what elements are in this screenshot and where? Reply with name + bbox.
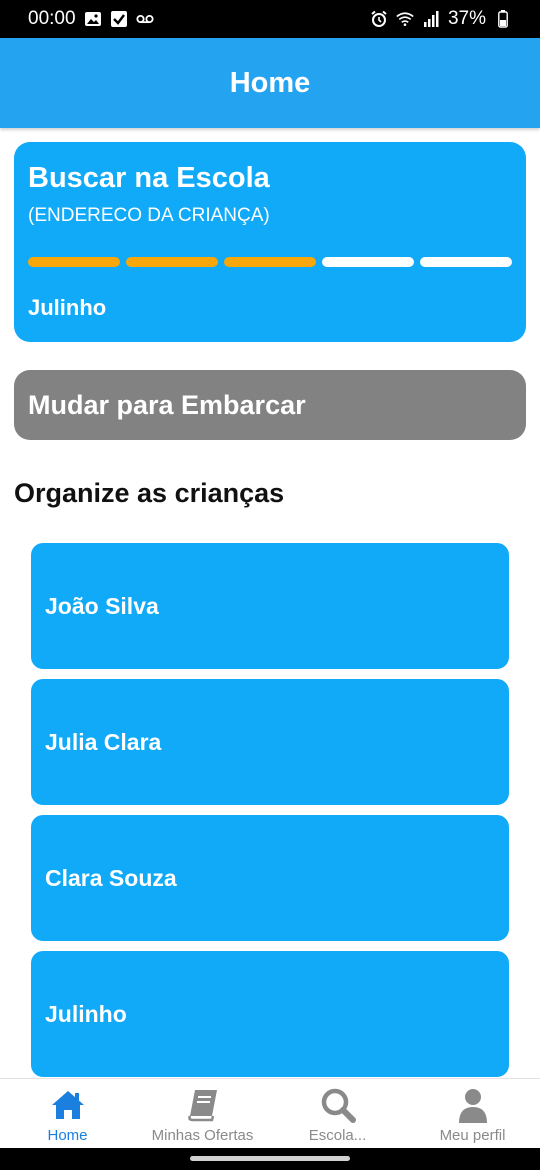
tab-label: Home bbox=[47, 1127, 88, 1144]
voicemail-icon bbox=[135, 10, 154, 28]
tab-label: Meu perfil bbox=[439, 1127, 506, 1144]
section-title: Organize as crianças bbox=[14, 478, 285, 508]
tab-my-profile[interactable]: Meu perfil bbox=[405, 1079, 540, 1148]
home-icon bbox=[50, 1087, 86, 1123]
trip-child-name: Julinho bbox=[28, 295, 107, 320]
tab-label: Minhas Ofertas bbox=[151, 1127, 254, 1144]
progress-step-pending bbox=[322, 257, 414, 267]
app-header: Home bbox=[0, 38, 540, 128]
status-time: 00:00 bbox=[28, 8, 76, 29]
progress-step-done bbox=[28, 257, 120, 267]
tab-schools[interactable]: Escola... bbox=[270, 1079, 405, 1148]
child-item[interactable]: João Silva bbox=[31, 543, 509, 669]
progress-step-done bbox=[224, 257, 316, 267]
progress-step-done bbox=[126, 257, 218, 267]
image-icon bbox=[84, 10, 102, 28]
tab-home[interactable]: Home bbox=[0, 1079, 135, 1148]
progress-step-pending bbox=[420, 257, 512, 267]
search-icon bbox=[320, 1087, 356, 1123]
child-item[interactable]: Julia Clara bbox=[31, 679, 509, 805]
book-icon bbox=[185, 1087, 221, 1123]
child-item[interactable]: Julinho bbox=[31, 951, 509, 1077]
alarm-icon bbox=[370, 10, 388, 28]
child-item[interactable]: Clara Souza bbox=[31, 815, 509, 941]
battery-percent: 37% bbox=[447, 8, 486, 29]
tab-label: Escola... bbox=[308, 1127, 367, 1144]
children-list: João Silva Julia Clara Clara Souza Julin… bbox=[0, 543, 540, 1077]
switch-to-boarding-button[interactable]: Mudar para Embarcar bbox=[14, 370, 526, 440]
signal-icon bbox=[422, 10, 440, 28]
page-title: Home bbox=[229, 66, 311, 99]
system-nav-bar bbox=[0, 1148, 540, 1170]
status-bar: 00:00 37% bbox=[0, 0, 540, 38]
person-icon bbox=[457, 1087, 489, 1123]
wifi-icon bbox=[396, 10, 414, 28]
tab-my-offers[interactable]: Minhas Ofertas bbox=[135, 1079, 270, 1148]
trip-title: Buscar na Escola bbox=[28, 162, 270, 194]
trip-status-card[interactable]: Buscar na Escola (ENDERECO DA CRIANÇA) J… bbox=[14, 142, 526, 342]
app-screen: Home Buscar na Escola (ENDERECO DA CRIAN… bbox=[0, 38, 540, 1148]
checkbox-icon bbox=[110, 10, 128, 28]
trip-progress-bar bbox=[28, 257, 512, 267]
main-content: Buscar na Escola (ENDERECO DA CRIANÇA) J… bbox=[0, 128, 540, 509]
battery-icon bbox=[494, 10, 512, 28]
trip-address: (ENDERECO DA CRIANÇA) bbox=[28, 205, 270, 226]
bottom-tab-bar: Home Minhas Ofertas Escola... Meu perfil bbox=[0, 1078, 540, 1148]
home-gesture-pill[interactable] bbox=[190, 1156, 350, 1161]
